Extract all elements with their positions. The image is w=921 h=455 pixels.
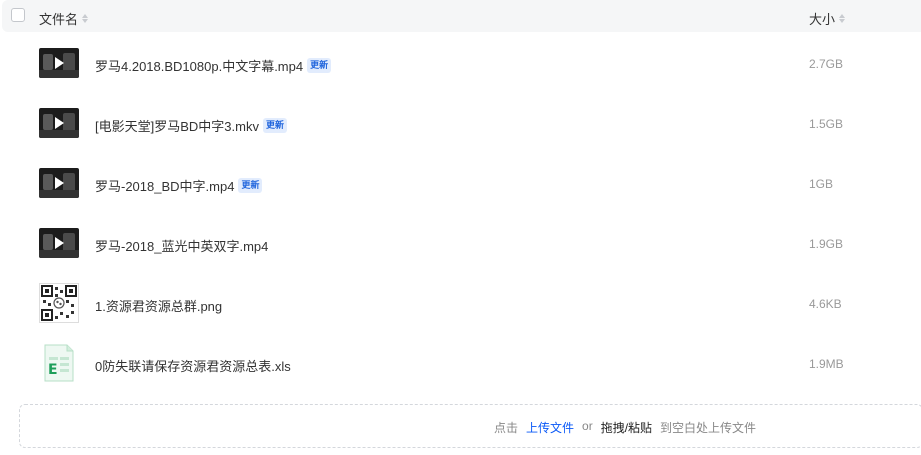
file-name[interactable]: 罗马-2018_蓝光中英双字.mp4 <box>95 236 268 255</box>
svg-text:E: E <box>48 362 58 378</box>
upload-file-link[interactable]: 上传文件 <box>526 419 574 436</box>
upload-hint-or: or <box>582 419 593 433</box>
file-size: 4.6KB <box>809 297 842 311</box>
file-name[interactable]: 1.资源君资源总群.png <box>95 296 222 315</box>
file-name-text: 罗马-2018_BD中字.mp4 <box>95 179 235 194</box>
sort-icon[interactable] <box>839 14 846 23</box>
sort-icon[interactable] <box>82 14 89 23</box>
file-list-header: 文件名 大小 <box>2 0 921 32</box>
file-row[interactable]: 罗马-2018_BD中字.mp4 更新 1GB <box>0 157 921 217</box>
file-row[interactable]: [电影天堂]罗马BD中字3.mkv 更新 1.5GB <box>0 97 921 157</box>
column-header-name-label: 文件名 <box>39 12 79 27</box>
file-name[interactable]: 罗马4.2018.BD1080p.中文字幕.mp4 更新 <box>95 56 332 75</box>
column-header-size-label: 大小 <box>809 12 836 27</box>
file-name-text: 罗马-2018_蓝光中英双字.mp4 <box>95 239 269 254</box>
column-header-name[interactable]: 文件名 <box>39 9 89 28</box>
file-name-text: 0防失联请保存资源君资源总表.xls <box>95 359 291 374</box>
video-icon <box>39 48 79 78</box>
file-name-text: 罗马4.2018.BD1080p.中文字幕.mp4 <box>95 59 304 74</box>
file-name[interactable]: 罗马-2018_BD中字.mp4 更新 <box>95 176 263 195</box>
file-size: 1.5GB <box>809 117 844 131</box>
file-row[interactable]: 罗马-2018_蓝光中英双字.mp4 1.9GB <box>0 217 921 277</box>
file-name-text: [电影天堂]罗马BD中字3.mkv <box>95 119 259 134</box>
column-header-size[interactable]: 大小 <box>809 9 846 28</box>
video-icon <box>39 108 79 138</box>
file-name-text: 1.资源君资源总群.png <box>95 299 223 314</box>
upload-hint-suffix: 到空白处上传文件 <box>660 421 757 435</box>
video-icon <box>39 228 79 258</box>
upload-hint: 点击 上传文件 or 拖拽/粘贴 到空白处上传文件 <box>494 419 756 436</box>
file-size: 1.9MB <box>809 357 844 371</box>
update-badge: 更新 <box>262 118 287 133</box>
select-all-checkbox[interactable] <box>11 8 25 22</box>
upload-hint-drag: 拖拽/粘贴 <box>600 421 653 435</box>
file-size: 2.7GB <box>809 57 844 71</box>
upload-drop-zone[interactable]: 点击 上传文件 or 拖拽/粘贴 到空白处上传文件 <box>19 404 921 448</box>
qr-image-icon <box>39 283 79 323</box>
spreadsheet-icon: E <box>43 343 75 383</box>
file-size: 1GB <box>809 177 834 191</box>
file-name[interactable]: 0防失联请保存资源君资源总表.xls <box>95 356 291 375</box>
file-row[interactable]: 1.资源君资源总群.png 4.6KB <box>0 277 921 337</box>
update-badge: 更新 <box>307 58 332 73</box>
update-badge: 更新 <box>238 178 263 193</box>
video-icon <box>39 168 79 198</box>
file-name[interactable]: [电影天堂]罗马BD中字3.mkv 更新 <box>95 116 287 135</box>
file-row[interactable]: 罗马4.2018.BD1080p.中文字幕.mp4 更新 2.7GB <box>0 37 921 97</box>
file-size: 1.9GB <box>809 237 844 251</box>
file-row[interactable]: E 0防失联请保存资源君资源总表.xls 1.9MB <box>0 337 921 397</box>
upload-hint-prefix: 点击 <box>494 421 519 435</box>
